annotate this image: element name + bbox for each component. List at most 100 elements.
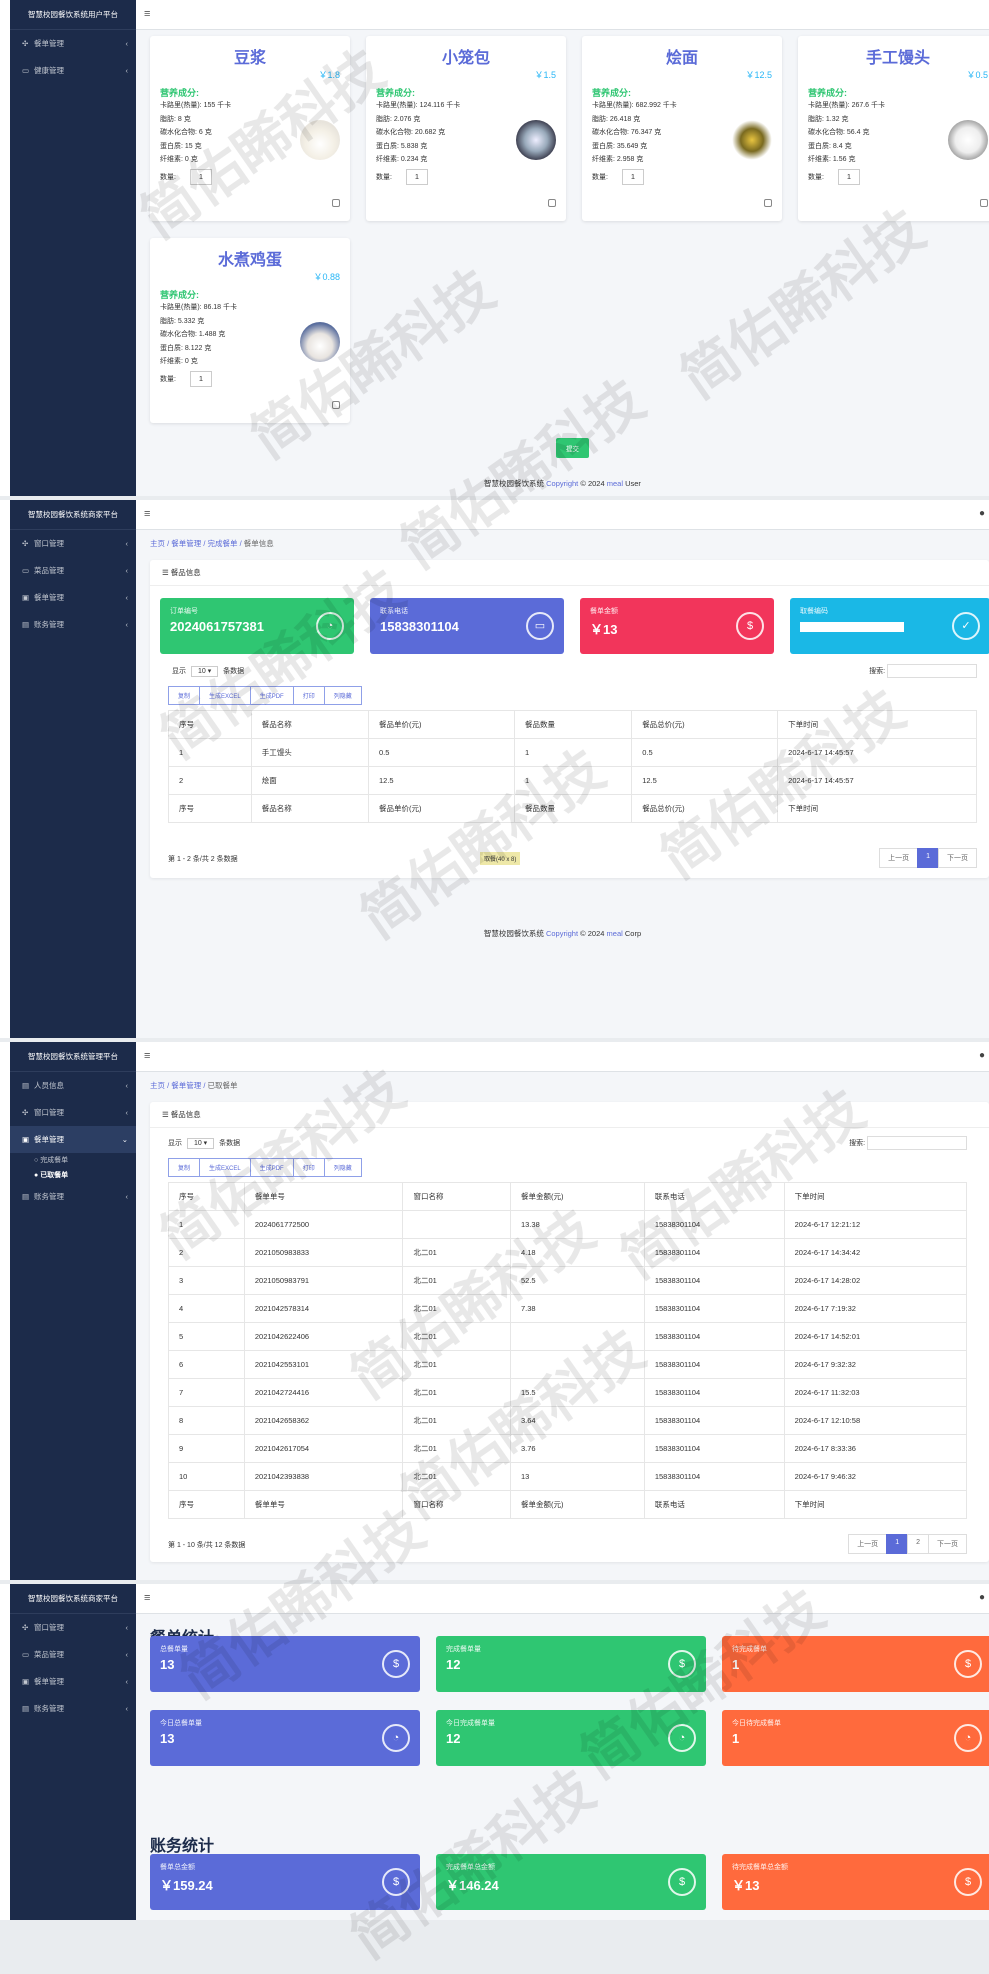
footer-meal-link[interactable]: meal xyxy=(607,479,623,488)
user-icon[interactable]: ● xyxy=(979,1592,985,1603)
toolbar-button[interactable]: 打印 xyxy=(292,686,325,705)
prev-page-button[interactable]: 上一页 xyxy=(879,848,919,868)
footer-copyright-link[interactable]: Copyright xyxy=(546,929,578,938)
column-header[interactable]: 餐品数量 xyxy=(513,710,633,739)
footer-text: 智慧校园餐饮系统 xyxy=(484,479,545,488)
pickup-code-field[interactable] xyxy=(800,622,904,632)
select-checkbox[interactable] xyxy=(980,199,988,207)
table-cell: 12.5 xyxy=(367,766,515,795)
user-icon[interactable]: ● xyxy=(979,1050,985,1061)
table-cell: 4 xyxy=(168,1294,245,1323)
sidebar-item-finance[interactable]: ▤ 账务管理 ‹ xyxy=(10,1183,136,1210)
nutrition-value: 1.32 克 xyxy=(825,115,849,123)
length-select[interactable]: 10 ▾ xyxy=(190,666,219,677)
submit-button[interactable]: 提交 xyxy=(556,438,589,458)
select-checkbox[interactable] xyxy=(764,199,772,207)
breadcrumb-done[interactable]: 完成餐单 xyxy=(208,539,238,548)
stat-value: 12 xyxy=(446,1731,461,1746)
sidebar-subitem-picked[interactable]: ● 已取餐单 xyxy=(10,1168,136,1183)
sidebar-item-dish[interactable]: ▭ 菜品管理 ‹ xyxy=(10,1641,136,1668)
food-name: 烩面 xyxy=(665,50,698,67)
sidebar-item-menu[interactable]: ✣ 餐单管理 ‹ xyxy=(10,30,136,57)
footer-meal-link[interactable]: meal xyxy=(607,929,623,938)
chevron-left-icon: ‹ xyxy=(125,39,129,48)
prev-page-button[interactable]: 上一页 xyxy=(848,1534,888,1554)
sidebar: 智慧校园餐饮系统用户平台 ✣ 餐单管理 ‹ ▭ 健康管理 ‹ xyxy=(10,0,136,496)
column-header[interactable]: 联系电话 xyxy=(643,1182,785,1211)
select-checkbox[interactable] xyxy=(548,199,556,207)
search-input[interactable] xyxy=(867,1136,967,1150)
sidebar-item-order[interactable]: ▣ 餐单管理 ⌄ xyxy=(10,1126,136,1153)
sidebar-item-dish[interactable]: ▭ 菜品管理 ‹ xyxy=(10,557,136,584)
column-header[interactable]: 餐品总价(元) xyxy=(631,710,779,739)
sidebar-item-finance[interactable]: ▤ 账务管理 ‹ xyxy=(10,611,136,638)
sidebar-item-order[interactable]: ▣ 餐单管理 ‹ xyxy=(10,1668,136,1695)
qty-input[interactable]: 1 xyxy=(405,168,428,185)
toolbar-button[interactable]: 生成PDF xyxy=(249,686,294,705)
topbar: ≡ ● xyxy=(136,500,989,530)
sidebar-subitem-done[interactable]: ○ 完成餐单 xyxy=(10,1153,136,1168)
hamburger-icon[interactable]: ≡ xyxy=(144,508,150,520)
hamburger-icon[interactable]: ≡ xyxy=(144,1050,150,1062)
toolbar-button[interactable]: 列隐藏 xyxy=(323,1158,362,1177)
breadcrumb-home[interactable]: 主页 xyxy=(150,1081,165,1090)
chevron-left-icon: ‹ xyxy=(125,566,129,575)
column-header[interactable]: 餐品单价(元) xyxy=(367,710,515,739)
qty-input[interactable]: 1 xyxy=(621,168,644,185)
nutrition-title: 营养成分: xyxy=(808,88,847,98)
breadcrumb-order[interactable]: 餐单管理 xyxy=(171,1081,201,1090)
column-header[interactable]: 窗口名称 xyxy=(402,1182,511,1211)
length-select[interactable]: 10 ▾ xyxy=(186,1138,215,1149)
hamburger-icon[interactable]: ≡ xyxy=(144,1592,150,1604)
hamburger-icon[interactable]: ≡ xyxy=(144,8,150,20)
sidebar-item-health[interactable]: ▭ 健康管理 ‹ xyxy=(10,57,136,84)
clipboard-icon: ▣ xyxy=(22,1677,30,1686)
column-header[interactable]: 餐品名称 xyxy=(250,710,369,739)
select-checkbox[interactable] xyxy=(332,401,340,409)
chevron-left-icon: ‹ xyxy=(125,1623,129,1632)
food-price: ￥1.5 xyxy=(534,70,556,80)
food-image xyxy=(948,120,988,160)
sidebar-item-window[interactable]: ✣ 窗口管理 ‹ xyxy=(10,530,136,557)
column-header[interactable]: 下单时间 xyxy=(783,1182,968,1211)
footer-year: © 2024 xyxy=(580,929,605,938)
nutrition-calorie: 卡路里(热量): 86.18 千卡 xyxy=(160,301,340,315)
toolbar-button[interactable]: 复制 xyxy=(168,1158,201,1177)
column-header[interactable]: 序号 xyxy=(168,1182,245,1211)
nutrition-label: 碳水化合物: xyxy=(376,129,413,136)
footer-copyright-link[interactable]: Copyright xyxy=(546,479,578,488)
column-header[interactable]: 序号 xyxy=(168,710,252,739)
sidebar-item-finance[interactable]: ▤ 账务管理 ‹ xyxy=(10,1695,136,1722)
sidebar-item-window[interactable]: ✣ 窗口管理 ‹ xyxy=(10,1614,136,1641)
toolbar-button[interactable]: 生成PDF xyxy=(249,1158,294,1177)
column-header[interactable]: 餐单金额(元) xyxy=(509,1182,645,1211)
move-icon: ✣ xyxy=(22,539,29,548)
breadcrumb: 主页 / 餐单管理 / 完成餐单 / 餐单信息 xyxy=(150,539,274,548)
next-page-button[interactable]: 下一页 xyxy=(938,848,977,868)
nutrition-calorie: 卡路里(热量): 155 千卡 xyxy=(160,99,340,113)
qty-input[interactable]: 1 xyxy=(189,168,212,185)
toolbar-button[interactable]: 生成EXCEL xyxy=(199,1158,251,1177)
breadcrumb-home[interactable]: 主页 xyxy=(150,539,165,548)
column-header[interactable]: 下单时间 xyxy=(777,710,977,739)
main-content: 主页 / 餐单管理 / 已取餐单 ☰ 餐品信息 显示 10 ▾ 条数据 搜索: … xyxy=(136,1072,989,1580)
qty-input[interactable]: 1 xyxy=(189,370,212,387)
toolbar-button[interactable]: 列隐藏 xyxy=(323,686,362,705)
page-button[interactable]: 1 xyxy=(886,1534,909,1554)
next-page-button[interactable]: 下一页 xyxy=(928,1534,967,1554)
column-header[interactable]: 餐单单号 xyxy=(243,1182,404,1211)
search-input[interactable] xyxy=(887,664,977,678)
sidebar-item-order[interactable]: ▣ 餐单管理 ‹ xyxy=(10,584,136,611)
toolbar-button[interactable]: 生成EXCEL xyxy=(199,686,251,705)
user-icon[interactable]: ● xyxy=(979,508,985,519)
qty-input[interactable]: 1 xyxy=(837,168,860,185)
page-button[interactable]: 2 xyxy=(907,1534,929,1554)
sidebar-item-people[interactable]: ▤ 人员信息 ‹ xyxy=(10,1072,136,1099)
toolbar-button[interactable]: 复制 xyxy=(168,686,201,705)
select-checkbox[interactable] xyxy=(332,199,340,207)
sidebar-item-window[interactable]: ✣ 窗口管理 ‹ xyxy=(10,1099,136,1126)
page-button[interactable]: 1 xyxy=(917,848,939,868)
toolbar-button[interactable]: 打印 xyxy=(292,1158,325,1177)
table-cell: 15838301104 xyxy=(643,1266,785,1295)
breadcrumb-order[interactable]: 餐单管理 xyxy=(171,539,201,548)
